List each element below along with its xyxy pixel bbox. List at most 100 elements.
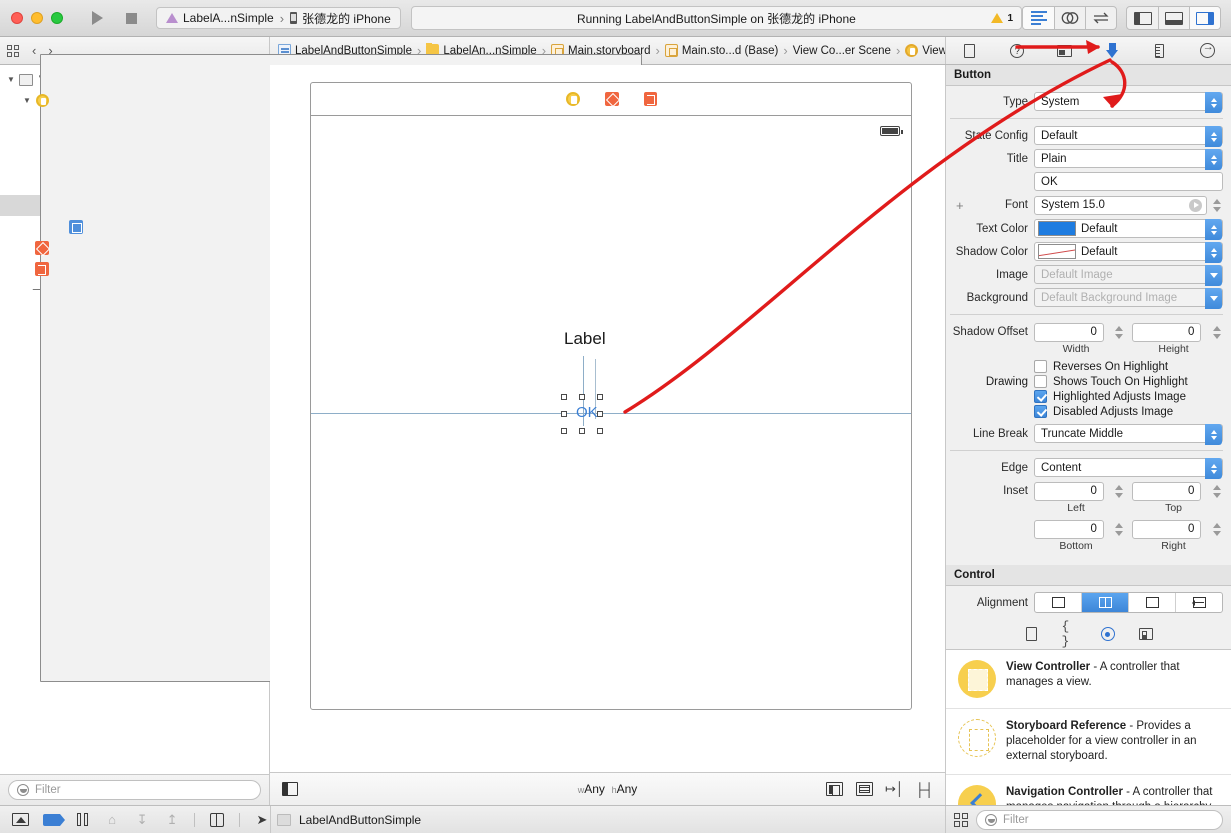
stop-button[interactable] (116, 6, 146, 30)
inset-left-stepper[interactable] (1113, 481, 1126, 501)
state-config-popup[interactable]: Default (1034, 126, 1223, 145)
breadcrumb-item-view-controller[interactable]: View Controller (905, 44, 945, 57)
shadow-offset-width-stepper[interactable] (1113, 322, 1126, 342)
scene-view-controller-icon[interactable] (566, 92, 580, 106)
library-grid-icon[interactable] (954, 813, 968, 827)
shadow-offset-height-stepper[interactable] (1210, 322, 1223, 342)
inset-top-stepper[interactable] (1210, 481, 1223, 501)
standard-editor-button[interactable] (1023, 7, 1054, 29)
code-snippet-library-tab[interactable]: { } (1062, 626, 1078, 642)
hide-debug-area-button[interactable] (12, 812, 29, 827)
resolve-auto-layout-issues-button[interactable]: ↦│ (886, 782, 903, 796)
device-view[interactable]: Label OK (311, 116, 911, 709)
shadow-color-popup[interactable]: Default (1034, 242, 1223, 261)
align-left-button[interactable] (1035, 593, 1081, 612)
size-class-indicator[interactable]: wAny hAny (270, 782, 945, 796)
shadow-color-swatch[interactable] (1038, 244, 1076, 259)
line-break-popup[interactable]: Truncate Middle (1034, 424, 1223, 443)
scene-first-responder-icon[interactable] (605, 92, 619, 106)
assistant-editor-button[interactable] (1054, 7, 1085, 29)
toggle-debug-area-button[interactable] (1158, 7, 1189, 29)
media-icon (1139, 628, 1153, 640)
inset-right-input[interactable]: 0 (1132, 520, 1202, 539)
breakpoints-toggle-button[interactable] (43, 812, 60, 827)
pin-button[interactable] (856, 782, 873, 796)
shows-touch-on-highlight-checkbox[interactable] (1034, 375, 1047, 388)
breadcrumb-item-storyboard-base[interactable]: Main.sto...d (Base) (665, 44, 779, 57)
close-button[interactable] (11, 12, 23, 24)
edge-popup[interactable]: Content (1034, 458, 1223, 477)
align-right-button[interactable] (1128, 593, 1175, 612)
field-alignment: Alignment (950, 592, 1223, 613)
zoom-button[interactable] (51, 12, 63, 24)
type-popup[interactable]: System (1034, 92, 1223, 111)
shadow-offset-height-input[interactable]: 0 (1132, 323, 1202, 342)
library-item-storyboard-reference[interactable]: Storyboard Reference - Provides a placeh… (946, 709, 1231, 775)
align-button[interactable] (826, 782, 843, 796)
file-template-library-tab[interactable] (1024, 626, 1040, 642)
version-editor-button[interactable] (1085, 7, 1116, 29)
canvas-label[interactable]: Label (564, 329, 606, 349)
library-item-view-controller[interactable]: View Controller - A controller that mana… (946, 650, 1231, 709)
navigator-chooser-button[interactable] (0, 45, 26, 57)
reverses-on-highlight-checkbox[interactable] (1034, 360, 1047, 373)
align-fill-button[interactable] (1175, 593, 1222, 612)
pause-button[interactable] (74, 812, 90, 827)
font-picker-icon[interactable] (1189, 199, 1202, 212)
size-inspector-tab[interactable] (1147, 40, 1173, 62)
back-button[interactable]: ‹ (32, 43, 36, 58)
debug-view-hierarchy-button[interactable] (209, 812, 225, 827)
inset-left-input[interactable]: 0 (1034, 482, 1104, 501)
toggle-navigator-button[interactable] (1127, 7, 1158, 29)
align-center-button[interactable] (1081, 593, 1128, 612)
inset-bottom-stepper[interactable] (1113, 519, 1126, 539)
library-item-title: View Controller (1006, 661, 1090, 673)
inset-top-input[interactable]: 0 (1132, 482, 1202, 501)
scheme-selector[interactable]: LabelA...nSimple › 张德龙的 iPhone (156, 7, 401, 29)
step-over-button[interactable]: ⌂ (104, 812, 120, 827)
shadow-offset-width-input[interactable]: 0 (1034, 323, 1104, 342)
media-library-tab[interactable] (1138, 626, 1154, 642)
disclosure-triangle[interactable] (20, 96, 34, 105)
view-controller-scene-canvas[interactable]: Label OK (310, 82, 912, 710)
text-color-swatch[interactable] (1038, 221, 1076, 236)
font-stepper[interactable] (1210, 195, 1223, 215)
step-into-button[interactable]: ↧ (134, 812, 150, 827)
object-library-tab[interactable] (1100, 626, 1116, 642)
identity-inspector-tab[interactable] (1052, 40, 1078, 62)
add-variation-icon[interactable]: + (956, 198, 964, 213)
warning-indicator[interactable]: 1 (991, 13, 1013, 24)
disclosure-triangle[interactable] (4, 75, 18, 84)
disabled-adjusts-image-checkbox[interactable] (1034, 405, 1047, 418)
scheme-separator: › (280, 11, 284, 26)
library-item-navigation-controller[interactable]: Navigation Controller - A controller tha… (946, 775, 1231, 805)
popup-chevrons-icon (1205, 126, 1222, 147)
resizing-behavior-button[interactable]: ├┤ (916, 782, 933, 796)
breadcrumb-item-scene[interactable]: View Co...er Scene (793, 45, 891, 57)
font-field[interactable]: System 15.0 (1034, 196, 1207, 215)
highlighted-adjusts-image-checkbox[interactable] (1034, 390, 1047, 403)
connections-inspector-tab[interactable] (1194, 40, 1220, 62)
scene-exit-icon[interactable] (644, 92, 657, 106)
quick-help-inspector-tab[interactable]: ? (1004, 40, 1030, 62)
text-color-popup[interactable]: Default (1034, 219, 1223, 238)
toggle-utilities-button[interactable] (1189, 7, 1220, 29)
background-combobox[interactable]: Default Background Image (1034, 288, 1223, 307)
field-edge: Edge Content (950, 458, 1223, 477)
navigator-filter-field[interactable]: Filter (8, 780, 261, 800)
title-style-popup[interactable]: Plain (1034, 149, 1223, 168)
canvas[interactable]: Label OK ⟶ (270, 65, 945, 772)
question-mark-icon: ? (1010, 44, 1024, 58)
file-inspector-tab[interactable] (957, 40, 983, 62)
attributes-inspector-tab[interactable] (1099, 40, 1125, 62)
minimize-button[interactable] (31, 12, 43, 24)
inset-right-stepper[interactable] (1210, 519, 1223, 539)
run-button[interactable] (82, 6, 112, 30)
inset-bottom-input[interactable]: 0 (1034, 520, 1104, 539)
canvas-ok-button[interactable]: OK (576, 404, 598, 421)
simulate-location-button[interactable]: ➤ (254, 812, 270, 827)
library-filter-field[interactable]: Filter (976, 810, 1223, 830)
step-out-button[interactable]: ↥ (164, 812, 180, 827)
image-combobox[interactable]: Default Image (1034, 265, 1223, 284)
title-text-input[interactable]: OK (1034, 172, 1223, 191)
